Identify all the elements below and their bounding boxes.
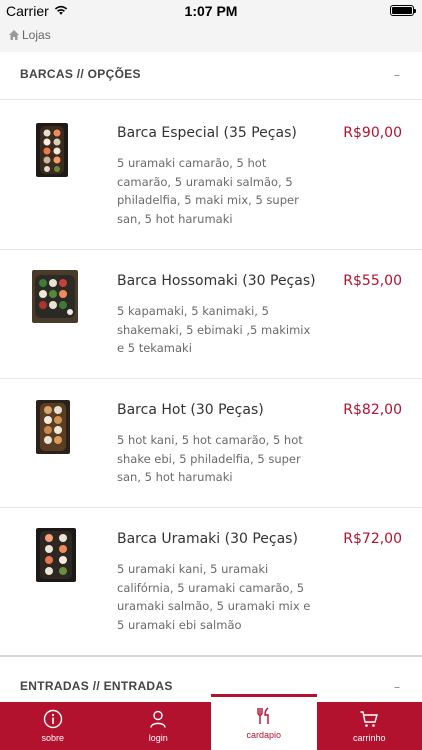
- item-description: 5 uramaki kani, 5 uramaki califórnia, 5 …: [117, 562, 311, 632]
- tab-label: login: [148, 733, 168, 743]
- tab-label: sobre: [41, 733, 64, 743]
- clock: 1:07 PM: [184, 3, 238, 19]
- item-description: 5 uramaki camarão, 5 hot camarão, 5 uram…: [117, 156, 299, 226]
- back-label: Lojas: [22, 28, 51, 42]
- item-price: R$55,00: [343, 273, 402, 289]
- tab-sobre[interactable]: sobre: [0, 702, 106, 750]
- collapse-icon[interactable]: –: [394, 68, 400, 82]
- back-to-stores-button[interactable]: Lojas: [8, 28, 51, 42]
- product-image: [36, 400, 70, 454]
- tab-label: cardapio: [246, 730, 282, 740]
- product-image: [36, 123, 68, 177]
- nav-bar: Lojas: [0, 22, 422, 52]
- item-name: Barca Hossomaki (30 Peças): [117, 273, 316, 289]
- section-title: ENTRADAS // ENTRADAS: [20, 679, 173, 693]
- section-divider: [0, 655, 422, 657]
- menu-item[interactable]: Barca Hossomaki (30 Peças) R$55,00 5 kap…: [0, 250, 422, 379]
- tab-carrinho[interactable]: carrinho: [317, 702, 422, 750]
- cart-icon: [360, 711, 379, 727]
- collapse-icon[interactable]: –: [394, 680, 400, 694]
- menu-item[interactable]: Barca Especial (35 Peças) R$90,00 5 uram…: [0, 100, 422, 250]
- tab-bar: sobre login cardapio carrinho: [0, 694, 422, 750]
- menu-item[interactable]: Barca Hot (30 Peças) R$82,00 5 hot kani,…: [0, 379, 422, 508]
- item-price: R$90,00: [343, 125, 402, 141]
- item-price: R$82,00: [343, 402, 402, 418]
- status-bar: Carrier 1:07 PM: [0, 0, 422, 22]
- item-description: 5 kapamaki, 5 kanimaki, 5 shakemaki, 5 e…: [117, 304, 311, 355]
- item-description: 5 hot kani, 5 hot camarão, 5 hot shake e…: [117, 433, 303, 484]
- tab-login[interactable]: login: [106, 702, 212, 750]
- section-title: BARCAS // OPÇÕES: [20, 67, 141, 81]
- home-icon: [9, 30, 19, 40]
- item-name: Barca Uramaki (30 Peças): [117, 531, 298, 547]
- item-name: Barca Especial (35 Peças): [117, 125, 297, 141]
- menu-item[interactable]: Barca Uramaki (30 Peças) R$72,00 5 urama…: [0, 508, 422, 655]
- battery-icon: [390, 5, 416, 16]
- tab-label: carrinho: [352, 733, 386, 743]
- cutlery-icon: [257, 707, 269, 724]
- product-image: [32, 270, 78, 323]
- section-header-barcas[interactable]: BARCAS // OPÇÕES –: [0, 52, 422, 100]
- item-name: Barca Hot (30 Peças): [117, 402, 264, 418]
- info-icon: [43, 709, 62, 729]
- user-icon: [150, 710, 166, 728]
- product-image: [36, 528, 76, 582]
- item-price: R$72,00: [343, 531, 402, 547]
- tab-cardapio[interactable]: cardapio: [211, 694, 317, 750]
